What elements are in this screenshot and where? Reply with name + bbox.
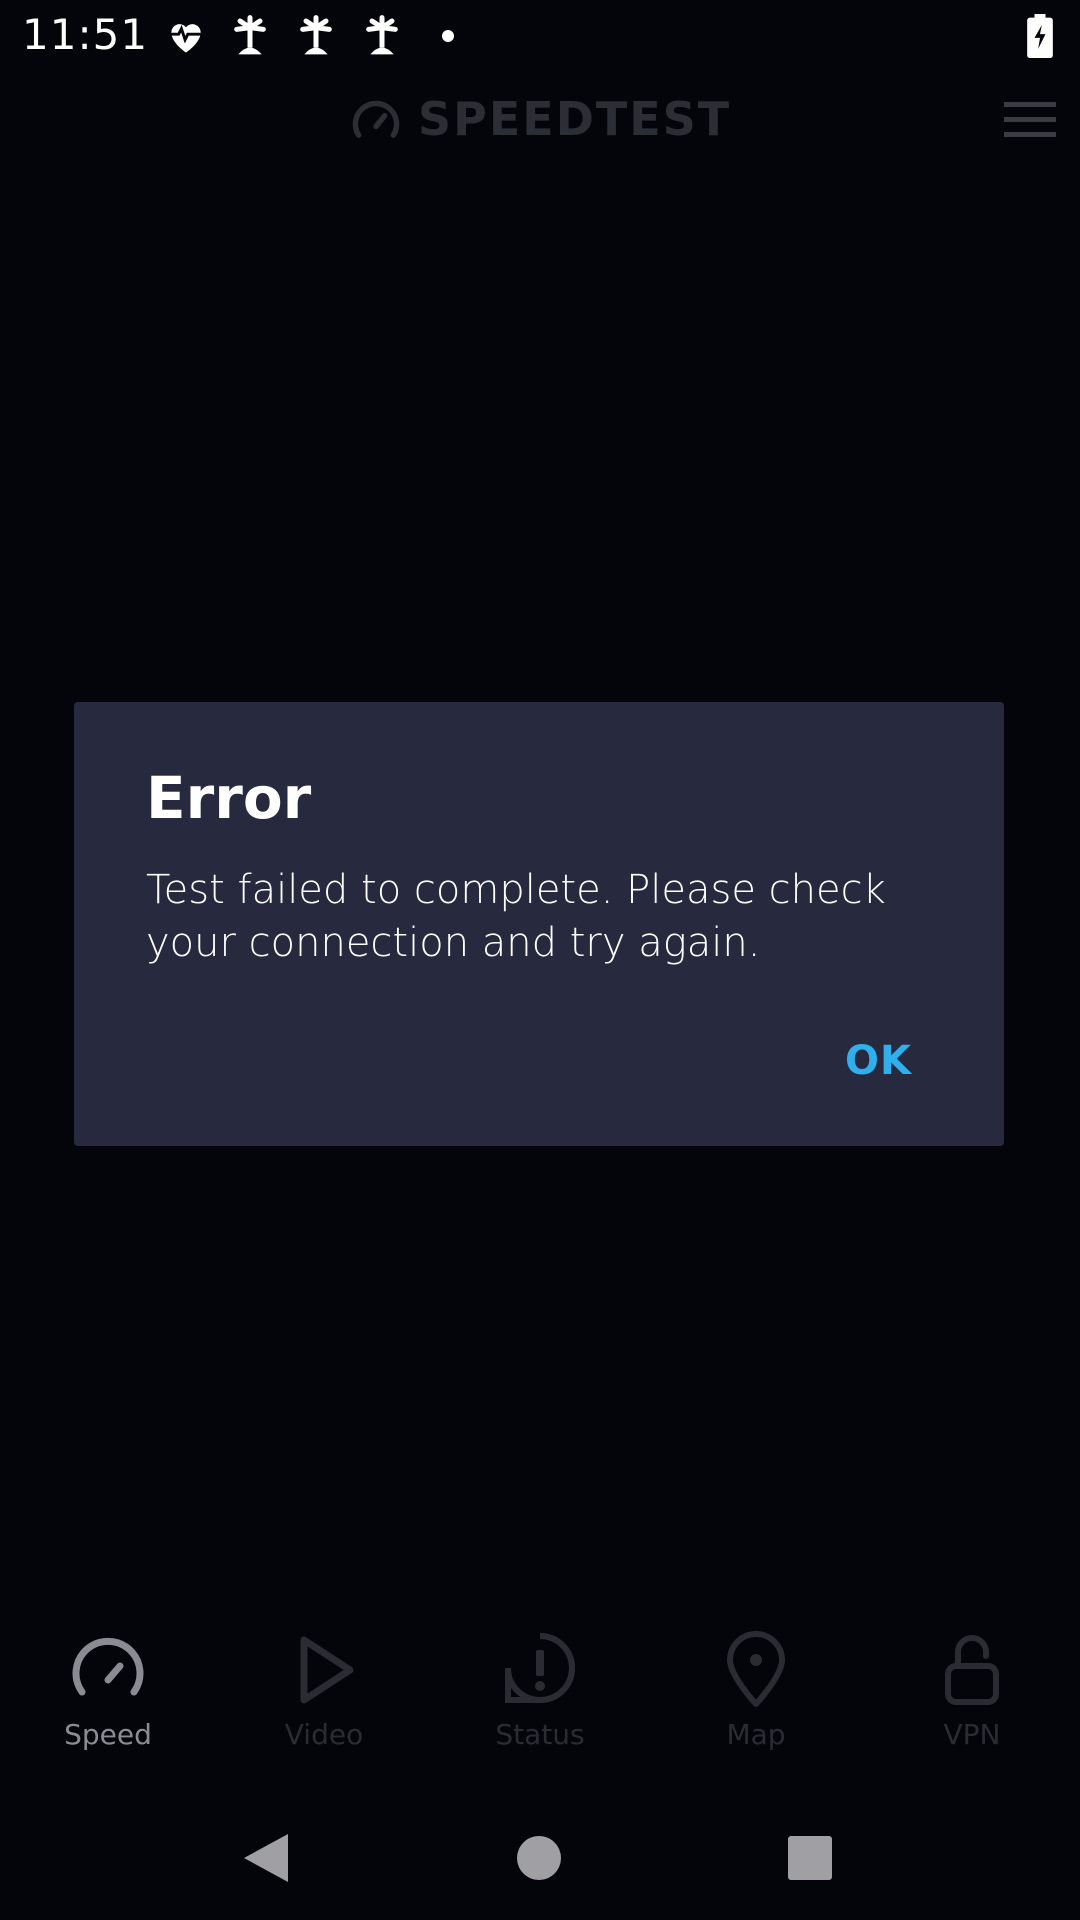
- nav-item-map[interactable]: Map: [648, 1620, 864, 1770]
- nav-item-vpn[interactable]: VPN: [864, 1620, 1080, 1770]
- nav-item-speed[interactable]: Speed: [0, 1620, 216, 1770]
- dot-icon: [442, 30, 454, 42]
- ok-button[interactable]: OK: [845, 1038, 912, 1084]
- bottom-nav: Speed Video Status Map VPN: [0, 1620, 1080, 1770]
- system-nav-bar: [0, 1800, 1080, 1920]
- palm-tree-icon: [366, 15, 398, 55]
- back-icon[interactable]: [226, 1818, 306, 1898]
- unlock-icon: [945, 1635, 999, 1705]
- nav-label-speed: Speed: [64, 1718, 152, 1751]
- battery-charging-icon: [1027, 14, 1053, 58]
- status-time: 11:51: [22, 10, 149, 59]
- nav-item-video[interactable]: Video: [216, 1620, 432, 1770]
- nav-label-video: Video: [284, 1718, 364, 1751]
- map-pin-icon: [727, 1631, 785, 1707]
- app-bar: SPEEDTEST: [0, 80, 1080, 160]
- status-bar: 11:51: [0, 0, 1080, 72]
- nav-label-status: Status: [495, 1718, 585, 1751]
- speedometer-icon: [72, 1637, 144, 1696]
- nav-label-vpn: VPN: [943, 1718, 1001, 1751]
- hamburger-menu-icon[interactable]: [1002, 98, 1058, 142]
- nav-label-map: Map: [726, 1718, 786, 1751]
- home-icon[interactable]: [499, 1818, 579, 1898]
- palm-tree-icon: [234, 15, 266, 55]
- play-icon: [300, 1636, 354, 1704]
- heart-pulse-icon: [171, 24, 201, 53]
- nav-item-status[interactable]: Status: [432, 1620, 648, 1770]
- screen: 11:51 SPEEDTEST Error Test failed to com…: [0, 0, 1080, 1920]
- alert-icon: [505, 1633, 575, 1703]
- error-dialog: Error Test failed to complete. Please ch…: [74, 702, 1004, 1146]
- dialog-title: Error: [146, 764, 312, 832]
- recents-icon[interactable]: [770, 1818, 850, 1898]
- palm-tree-icon: [300, 15, 332, 55]
- app-title: SPEEDTEST: [418, 92, 732, 146]
- speedometer-icon: [352, 100, 400, 138]
- dialog-message: Test failed to complete. Please check yo…: [146, 867, 886, 966]
